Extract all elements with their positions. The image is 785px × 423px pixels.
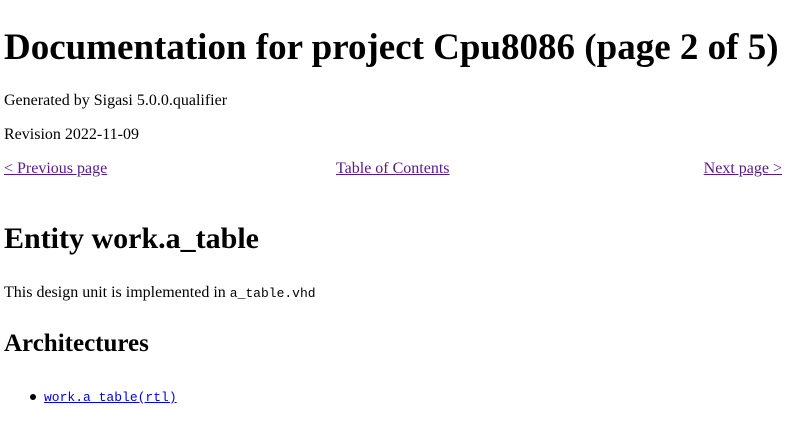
next-page-link[interactable]: Next page > [704, 159, 782, 179]
page-navigation: < Previous page Table of Contents Next p… [4, 159, 782, 179]
architectures-list: work.a_table(rtl) [4, 387, 177, 408]
page-title: Documentation for project Cpu8086 (page … [4, 27, 779, 68]
bullet-icon [30, 394, 36, 400]
entity-heading: Entity work.a_table [4, 222, 259, 255]
previous-page-link[interactable]: < Previous page [4, 159, 107, 179]
list-item: work.a_table(rtl) [30, 387, 177, 408]
table-of-contents-link[interactable]: Table of Contents [336, 159, 450, 179]
architecture-link[interactable]: work.a_table(rtl) [44, 388, 177, 405]
revision-info: Revision 2022-11-09 [4, 126, 139, 143]
architectures-heading: Architectures [4, 330, 149, 357]
implementation-prefix: This design unit is implemented in [4, 284, 230, 301]
implementation-file: a_table.vhd [229, 286, 316, 301]
architecture-link-label: work.a_table(rtl) [44, 390, 177, 405]
implementation-note: This design unit is implemented in a_tab… [4, 283, 316, 304]
generator-info: Generated by Sigasi 5.0.0.qualifier [4, 92, 228, 109]
